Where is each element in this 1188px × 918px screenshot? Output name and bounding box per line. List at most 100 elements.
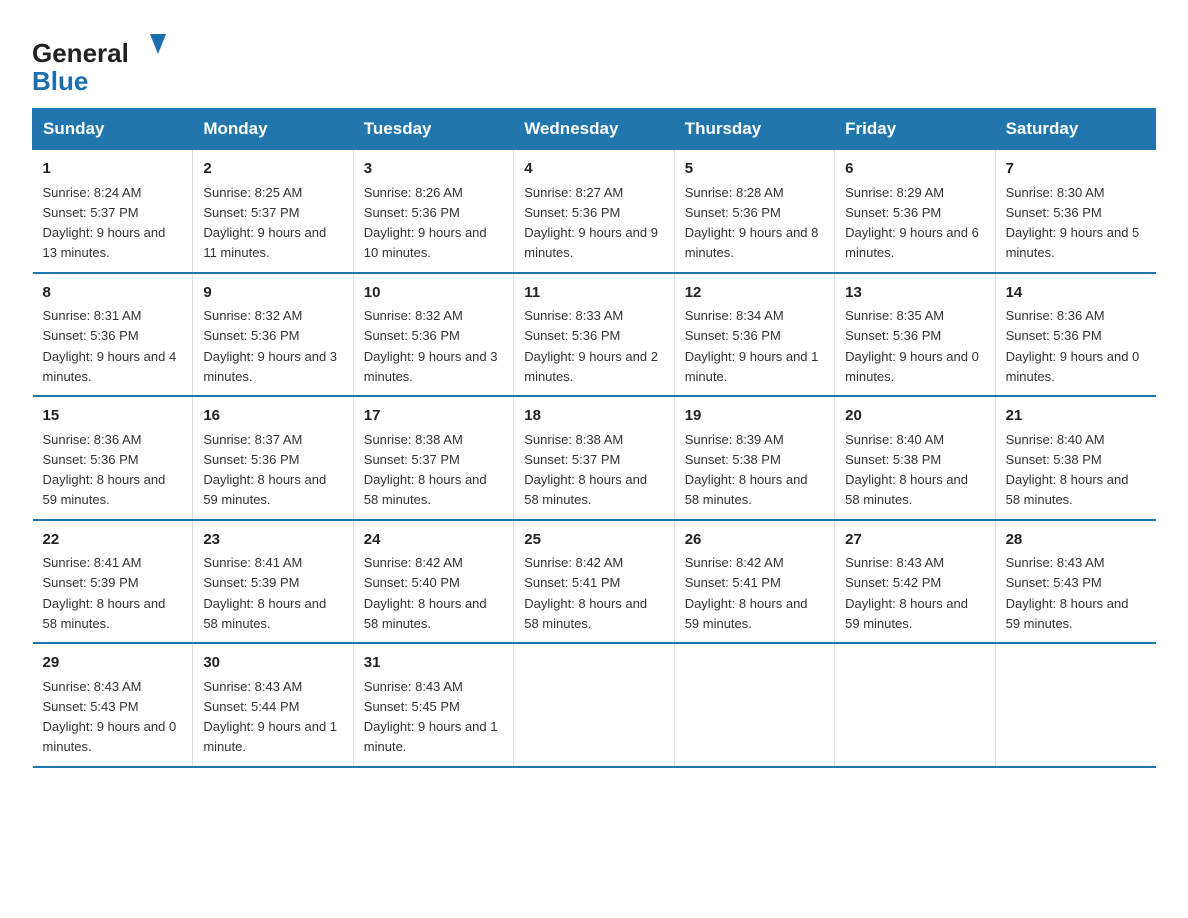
day-info: Sunrise: 8:32 AMSunset: 5:36 PMDaylight:… xyxy=(203,308,337,384)
weekday-header-monday: Monday xyxy=(193,109,353,150)
day-info: Sunrise: 8:38 AMSunset: 5:37 PMDaylight:… xyxy=(524,432,647,508)
day-info: Sunrise: 8:40 AMSunset: 5:38 PMDaylight:… xyxy=(845,432,968,508)
calendar-cell: 23 Sunrise: 8:41 AMSunset: 5:39 PMDayligh… xyxy=(193,520,353,644)
day-number: 7 xyxy=(1006,158,1146,181)
day-number: 17 xyxy=(364,405,503,428)
calendar-cell xyxy=(835,643,995,767)
calendar-cell: 1 Sunrise: 8:24 AMSunset: 5:37 PMDaylight… xyxy=(33,150,193,273)
calendar-cell: 10 Sunrise: 8:32 AMSunset: 5:36 PMDayligh… xyxy=(353,273,513,397)
calendar-cell: 12 Sunrise: 8:34 AMSunset: 5:36 PMDayligh… xyxy=(674,273,834,397)
calendar-cell: 29Sunrise: 8:43 AMSunset: 5:43 PMDayligh… xyxy=(33,643,193,767)
calendar-cell: 3 Sunrise: 8:26 AMSunset: 5:36 PMDaylight… xyxy=(353,150,513,273)
day-info: Sunrise: 8:37 AMSunset: 5:36 PMDaylight:… xyxy=(203,432,326,508)
day-info: Sunrise: 8:34 AMSunset: 5:36 PMDaylight:… xyxy=(685,308,819,384)
calendar-cell: 16Sunrise: 8:37 AMSunset: 5:36 PMDayligh… xyxy=(193,396,353,520)
calendar-cell: 30Sunrise: 8:43 AMSunset: 5:44 PMDayligh… xyxy=(193,643,353,767)
day-info: Sunrise: 8:41 AMSunset: 5:39 PMDaylight:… xyxy=(203,555,326,631)
weekday-header-wednesday: Wednesday xyxy=(514,109,674,150)
day-number: 6 xyxy=(845,158,984,181)
day-info: Sunrise: 8:27 AMSunset: 5:36 PMDaylight:… xyxy=(524,185,658,261)
calendar-week-row: 15Sunrise: 8:36 AMSunset: 5:36 PMDayligh… xyxy=(33,396,1156,520)
day-info: Sunrise: 8:35 AMSunset: 5:36 PMDaylight:… xyxy=(845,308,979,384)
calendar-cell: 27 Sunrise: 8:43 AMSunset: 5:42 PMDayligh… xyxy=(835,520,995,644)
calendar-cell: 2Sunrise: 8:25 AMSunset: 5:37 PMDaylight… xyxy=(193,150,353,273)
day-number: 25 xyxy=(524,529,663,552)
calendar-cell: 18Sunrise: 8:38 AMSunset: 5:37 PMDayligh… xyxy=(514,396,674,520)
day-number: 24 xyxy=(364,529,503,552)
calendar-cell xyxy=(674,643,834,767)
calendar-week-row: 29Sunrise: 8:43 AMSunset: 5:43 PMDayligh… xyxy=(33,643,1156,767)
day-info: Sunrise: 8:43 AMSunset: 5:43 PMDaylight:… xyxy=(1006,555,1129,631)
day-number: 14 xyxy=(1006,282,1146,305)
calendar-cell: 21 Sunrise: 8:40 AMSunset: 5:38 PMDayligh… xyxy=(995,396,1155,520)
day-info: Sunrise: 8:26 AMSunset: 5:36 PMDaylight:… xyxy=(364,185,487,261)
day-info: Sunrise: 8:28 AMSunset: 5:36 PMDaylight:… xyxy=(685,185,819,261)
day-number: 12 xyxy=(685,282,824,305)
day-info: Sunrise: 8:30 AMSunset: 5:36 PMDaylight:… xyxy=(1006,185,1140,261)
calendar-cell: 25 Sunrise: 8:42 AMSunset: 5:41 PMDayligh… xyxy=(514,520,674,644)
weekday-header-sunday: Sunday xyxy=(33,109,193,150)
calendar-cell: 8 Sunrise: 8:31 AMSunset: 5:36 PMDaylight… xyxy=(33,273,193,397)
day-info: Sunrise: 8:36 AMSunset: 5:36 PMDaylight:… xyxy=(1006,308,1140,384)
day-info: Sunrise: 8:40 AMSunset: 5:38 PMDaylight:… xyxy=(1006,432,1129,508)
day-number: 21 xyxy=(1006,405,1146,428)
day-info: Sunrise: 8:24 AMSunset: 5:37 PMDaylight:… xyxy=(43,185,166,261)
day-number: 27 xyxy=(845,529,984,552)
calendar-cell: 31Sunrise: 8:43 AMSunset: 5:45 PMDayligh… xyxy=(353,643,513,767)
day-info: Sunrise: 8:43 AMSunset: 5:44 PMDaylight:… xyxy=(203,679,337,755)
weekday-header-saturday: Saturday xyxy=(995,109,1155,150)
logo: General Blue xyxy=(32,24,172,96)
day-info: Sunrise: 8:43 AMSunset: 5:42 PMDaylight:… xyxy=(845,555,968,631)
day-info: Sunrise: 8:42 AMSunset: 5:41 PMDaylight:… xyxy=(524,555,647,631)
day-number: 10 xyxy=(364,282,503,305)
calendar-cell: 19 Sunrise: 8:39 AMSunset: 5:38 PMDayligh… xyxy=(674,396,834,520)
calendar-cell: 15Sunrise: 8:36 AMSunset: 5:36 PMDayligh… xyxy=(33,396,193,520)
calendar-cell: 4 Sunrise: 8:27 AMSunset: 5:36 PMDaylight… xyxy=(514,150,674,273)
calendar-cell xyxy=(995,643,1155,767)
day-info: Sunrise: 8:42 AMSunset: 5:41 PMDaylight:… xyxy=(685,555,808,631)
calendar-cell: 6Sunrise: 8:29 AMSunset: 5:36 PMDaylight… xyxy=(835,150,995,273)
weekday-header-row: SundayMondayTuesdayWednesdayThursdayFrid… xyxy=(33,109,1156,150)
day-info: Sunrise: 8:38 AMSunset: 5:37 PMDaylight:… xyxy=(364,432,487,508)
calendar-cell: 28 Sunrise: 8:43 AMSunset: 5:43 PMDayligh… xyxy=(995,520,1155,644)
calendar-week-row: 1 Sunrise: 8:24 AMSunset: 5:37 PMDaylight… xyxy=(33,150,1156,273)
calendar-cell xyxy=(514,643,674,767)
day-number: 3 xyxy=(364,158,503,181)
day-number: 22 xyxy=(43,529,183,552)
day-number: 4 xyxy=(524,158,663,181)
day-number: 23 xyxy=(203,529,342,552)
calendar-week-row: 22 Sunrise: 8:41 AMSunset: 5:39 PMDayligh… xyxy=(33,520,1156,644)
calendar-cell: 24 Sunrise: 8:42 AMSunset: 5:40 PMDayligh… xyxy=(353,520,513,644)
calendar-cell: 11Sunrise: 8:33 AMSunset: 5:36 PMDayligh… xyxy=(514,273,674,397)
calendar-cell: 9 Sunrise: 8:32 AMSunset: 5:36 PMDaylight… xyxy=(193,273,353,397)
day-info: Sunrise: 8:32 AMSunset: 5:36 PMDaylight:… xyxy=(364,308,498,384)
calendar-cell: 5 Sunrise: 8:28 AMSunset: 5:36 PMDaylight… xyxy=(674,150,834,273)
day-number: 5 xyxy=(685,158,824,181)
day-number: 8 xyxy=(43,282,183,305)
day-number: 26 xyxy=(685,529,824,552)
weekday-header-tuesday: Tuesday xyxy=(353,109,513,150)
day-info: Sunrise: 8:31 AMSunset: 5:36 PMDaylight:… xyxy=(43,308,177,384)
day-number: 1 xyxy=(43,158,183,181)
calendar-cell: 22 Sunrise: 8:41 AMSunset: 5:39 PMDayligh… xyxy=(33,520,193,644)
day-info: Sunrise: 8:41 AMSunset: 5:39 PMDaylight:… xyxy=(43,555,166,631)
page-header: General Blue xyxy=(32,24,1156,96)
day-info: Sunrise: 8:39 AMSunset: 5:38 PMDaylight:… xyxy=(685,432,808,508)
day-number: 20 xyxy=(845,405,984,428)
calendar-cell: 20 Sunrise: 8:40 AMSunset: 5:38 PMDayligh… xyxy=(835,396,995,520)
day-number: 19 xyxy=(685,405,824,428)
weekday-header-thursday: Thursday xyxy=(674,109,834,150)
logo-svg: General Blue xyxy=(32,28,172,96)
day-number: 28 xyxy=(1006,529,1146,552)
day-number: 9 xyxy=(203,282,342,305)
svg-text:Blue: Blue xyxy=(32,66,88,96)
calendar-week-row: 8 Sunrise: 8:31 AMSunset: 5:36 PMDaylight… xyxy=(33,273,1156,397)
day-number: 11 xyxy=(524,282,663,305)
day-number: 31 xyxy=(364,652,503,675)
day-info: Sunrise: 8:42 AMSunset: 5:40 PMDaylight:… xyxy=(364,555,487,631)
weekday-header-friday: Friday xyxy=(835,109,995,150)
day-number: 29 xyxy=(43,652,183,675)
calendar-table: SundayMondayTuesdayWednesdayThursdayFrid… xyxy=(32,108,1156,768)
day-info: Sunrise: 8:36 AMSunset: 5:36 PMDaylight:… xyxy=(43,432,166,508)
calendar-cell: 13Sunrise: 8:35 AMSunset: 5:36 PMDayligh… xyxy=(835,273,995,397)
